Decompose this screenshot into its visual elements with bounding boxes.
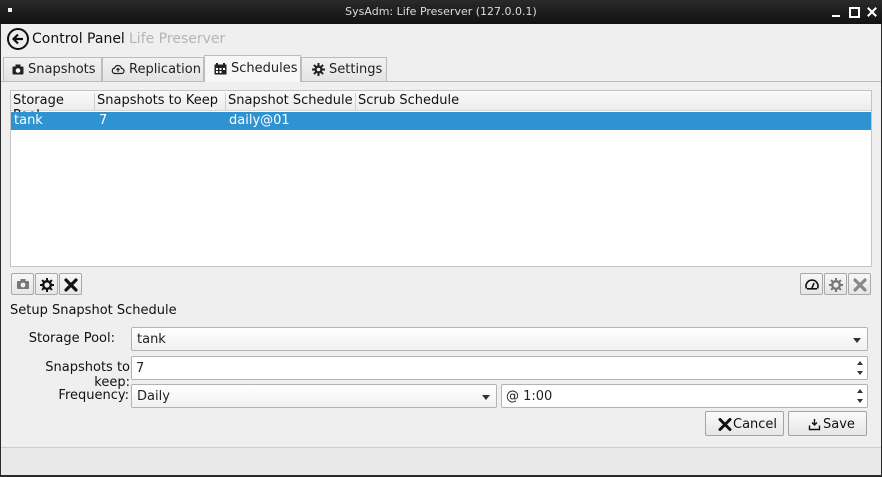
snapshot-now-button[interactable] (11, 273, 34, 295)
save-button[interactable]: Save (788, 411, 867, 436)
column-header-storage-pool[interactable]: Storage Pool (11, 93, 95, 123)
storage-pool-label: Storage Pool: (28, 331, 115, 346)
cancel-label: Cancel (733, 417, 778, 432)
tab-bar: Snapshots Replication Schedules Settings (1, 55, 881, 82)
configure-schedule-button[interactable] (35, 273, 58, 295)
scrub-schedule-button[interactable] (800, 273, 823, 295)
gear-icon (829, 278, 843, 292)
remove-icon (64, 278, 78, 292)
column-header-scrub-schedule[interactable]: Scrub Schedule (356, 93, 476, 110)
tab-snapshots[interactable]: Snapshots (3, 57, 102, 81)
section-title: Setup Snapshot Schedule (10, 303, 177, 318)
camera-icon (12, 64, 24, 79)
status-bar (1, 447, 881, 475)
spin-up-icon[interactable] (857, 361, 863, 365)
snapshots-to-keep-value: 7 (136, 361, 145, 376)
chevron-down-icon (853, 338, 861, 343)
cloud-upload-icon (111, 64, 125, 79)
column-header-snapshot-schedule[interactable]: Snapshot Schedule (226, 93, 356, 110)
frequency-label: Frequency: (58, 388, 129, 403)
snapshots-to-keep-spinbox[interactable]: 7 (131, 356, 868, 380)
spin-up-icon[interactable] (857, 389, 863, 393)
table-header: Storage Pool Snapshots to Keep Snapshot … (11, 91, 871, 123)
column-header-snapshots-to-keep[interactable]: Snapshots to Keep (95, 93, 226, 110)
table-row[interactable]: tank 7 daily@01 (11, 112, 871, 130)
spin-down-icon[interactable] (857, 371, 863, 375)
maximize-icon[interactable] (847, 5, 861, 19)
gear-icon (40, 278, 54, 292)
tab-settings[interactable]: Settings (301, 57, 387, 81)
storage-pool-value: tank (137, 332, 166, 347)
remove-scrub-button[interactable] (848, 273, 871, 295)
tab-schedules[interactable]: Schedules (204, 55, 301, 82)
save-icon (808, 419, 821, 431)
schedule-time-value: @ 1:00 (506, 389, 553, 404)
close-icon[interactable] (865, 5, 879, 19)
gear-icon (312, 63, 325, 80)
remove-icon (853, 278, 867, 292)
minimize-icon[interactable] (829, 5, 843, 19)
control-panel-link[interactable]: Control Panel (32, 31, 125, 47)
tab-replication[interactable]: Replication (102, 57, 204, 81)
cell-storage-pool: tank (14, 113, 43, 128)
back-arrow-icon[interactable] (7, 28, 29, 50)
window-title: SysAdm: Life Preserver (127.0.0.1) (345, 5, 537, 18)
current-page-label: Life Preserver (129, 31, 226, 47)
frequency-select[interactable]: Daily (131, 384, 497, 408)
save-label: Save (823, 417, 855, 432)
cancel-icon (718, 418, 732, 431)
cancel-button[interactable]: Cancel (705, 411, 784, 436)
snapshots-to-keep-label: Snapshots to keep: (45, 360, 130, 390)
camera-icon (17, 279, 29, 289)
title-bar: SysAdm: Life Preserver (127.0.0.1) (0, 0, 882, 24)
main-window: Control Panel Life Preserver Snapshots R… (1, 24, 881, 475)
cell-snapshot-schedule: daily@01 (229, 113, 290, 128)
configure-scrub-button[interactable] (824, 273, 847, 295)
chevron-down-icon (482, 395, 490, 400)
frequency-value: Daily (137, 389, 170, 404)
storage-pool-select[interactable]: tank (131, 327, 868, 351)
schedule-table[interactable]: Storage Pool Snapshots to Keep Snapshot … (10, 90, 872, 267)
navigation-bar: Control Panel Life Preserver (1, 24, 881, 54)
cell-snapshots-to-keep: 7 (99, 113, 108, 128)
tab-snapshots-label: Snapshots (28, 62, 96, 77)
tab-replication-label: Replication (129, 62, 201, 77)
calendar-icon (214, 63, 227, 79)
spin-down-icon[interactable] (857, 399, 863, 403)
schedule-time-spinbox[interactable]: @ 1:00 (501, 384, 868, 408)
tab-settings-label: Settings (329, 62, 383, 77)
remove-schedule-button[interactable] (59, 273, 82, 295)
tab-schedules-label: Schedules (231, 61, 298, 76)
gauge-icon (805, 279, 819, 290)
